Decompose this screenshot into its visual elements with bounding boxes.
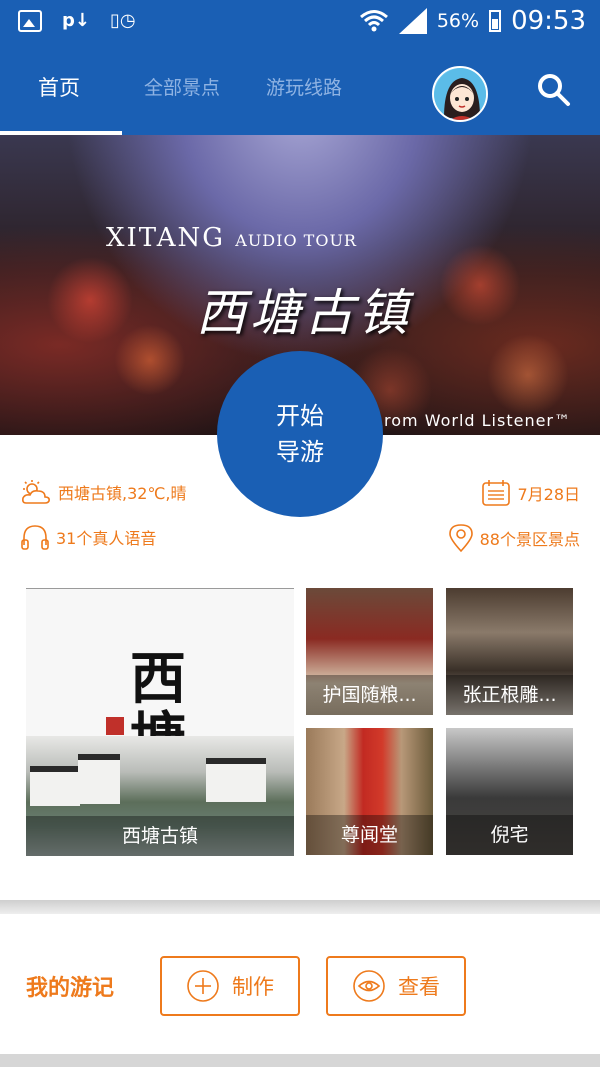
seal-stamp: [106, 717, 124, 735]
battery-percent: 56%: [436, 10, 480, 32]
tab-routes[interactable]: 游玩线路: [266, 42, 342, 135]
banner-chinese-title: 西塘古镇: [196, 284, 412, 342]
avatar[interactable]: [432, 66, 488, 122]
search-icon[interactable]: [534, 70, 574, 110]
start-tour-button[interactable]: 开始 导游: [217, 351, 383, 517]
spot-caption: 尊闻堂: [306, 815, 433, 855]
calendar-icon: [482, 480, 511, 506]
spot-caption: 护国随粮...: [306, 675, 433, 715]
spot-caption: 张正根雕...: [446, 675, 573, 715]
headphones-icon: [21, 525, 49, 550]
journal-card: 我的游记 制作 查看: [0, 914, 600, 1054]
status-bar: p↓ ▯◷ 56% 09:53: [0, 0, 600, 42]
phone-usage-icon: ▯◷: [109, 10, 136, 31]
spot-tile-zhangzhenggen[interactable]: 张正根雕...: [446, 588, 573, 715]
spot-tile-zunwentang[interactable]: 尊闻堂: [306, 728, 433, 855]
bottom-divider: [0, 1054, 600, 1067]
create-journal-button[interactable]: 制作: [160, 956, 300, 1016]
clock: 09:53: [511, 6, 586, 36]
view-journal-button[interactable]: 查看: [326, 956, 466, 1016]
spot-tile-xitang[interactable]: 西 塘 西塘古镇: [26, 588, 294, 856]
app-bar: 首页 全部景点 游玩线路: [0, 42, 600, 135]
battery-icon: [489, 10, 502, 32]
tab-home[interactable]: 首页: [38, 42, 80, 135]
voice-count-info: 31个真人语音: [20, 523, 156, 551]
tab-all-spots[interactable]: 全部景点: [144, 42, 220, 135]
section-divider: [0, 900, 600, 914]
spot-count-info: 88个景区景点: [448, 523, 580, 553]
eye-icon: [353, 970, 385, 1002]
wifi-icon: [359, 10, 388, 32]
journal-title: 我的游记: [26, 976, 115, 1001]
spot-caption: 倪宅: [446, 815, 573, 855]
date-info: 7月28日: [481, 479, 580, 507]
signal-icon: [398, 8, 427, 34]
weather-sun-cloud-icon: [22, 480, 50, 504]
location-pin-icon: [448, 524, 473, 553]
banner-credit: rom World Listener™: [384, 411, 571, 430]
avatar-face-icon: [434, 68, 486, 120]
plus-circle-icon: [187, 970, 219, 1002]
weather-info: 西塘古镇,32℃,晴: [20, 479, 187, 505]
data-transfer-icon: p↓: [62, 10, 90, 31]
gallery-notification-icon: [18, 10, 42, 32]
spot-tile-nizhai[interactable]: 倪宅: [446, 728, 573, 855]
spot-tile-huguo[interactable]: 护国随粮...: [306, 588, 433, 715]
spot-caption: 西塘古镇: [26, 816, 294, 856]
banner-title: XITANG AUDIO TOUR: [106, 223, 357, 253]
